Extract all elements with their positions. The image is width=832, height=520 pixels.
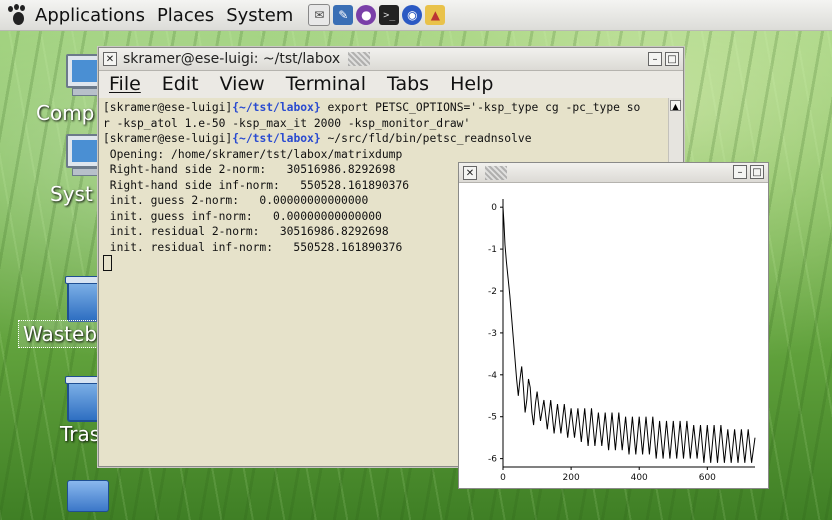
pidgin-icon[interactable]: ● [356, 5, 377, 25]
menu-places[interactable]: Places [157, 5, 214, 26]
x-tick-label: 200 [563, 473, 580, 483]
y-tick-label: -3 [488, 329, 497, 339]
terminal-menubar: File Edit View Terminal Tabs Help [99, 71, 683, 97]
close-icon[interactable]: ✕ [103, 52, 117, 66]
y-tick-label: 0 [491, 203, 497, 213]
desktop-label-trash: Tras [60, 422, 101, 446]
browser-icon[interactable]: ◉ [402, 5, 423, 25]
x-tick-label: 400 [631, 473, 648, 483]
desktop-label-system: Syst [50, 182, 93, 206]
menu-file[interactable]: File [109, 73, 141, 95]
menu-applications[interactable]: Applications [35, 5, 145, 26]
gnome-foot-icon[interactable] [7, 4, 29, 26]
computer-icon-base [72, 88, 100, 96]
system-icon-base [72, 168, 100, 176]
desktop-label-computer: Comp [36, 101, 95, 125]
maximize-icon[interactable]: □ [750, 165, 764, 179]
terminal-line: Opening: /home/skramer/tst/labox/matrixd… [103, 147, 403, 161]
terminal-line-prompt-1: [skramer@ese-luigi]{~/tst/labox} export … [103, 100, 669, 116]
top-panel: Applications Places System ✉ ✎ ● >_ ◉ ▲ [0, 0, 832, 31]
menu-help[interactable]: Help [450, 73, 493, 95]
maximize-icon[interactable]: □ [665, 52, 679, 66]
desktop-label-wastebasket: Wasteb [18, 320, 103, 348]
minimize-icon[interactable]: – [648, 52, 662, 66]
prompt-user: [skramer@ese-luigi] [103, 101, 233, 114]
minimize-icon[interactable]: – [733, 165, 747, 179]
menu-terminal[interactable]: Terminal [286, 73, 366, 95]
prompt-path: {~/tst/labox} [232, 132, 321, 145]
y-tick-label: -5 [488, 413, 497, 423]
plot-titlebar[interactable]: ✕ – □ [459, 163, 768, 183]
terminal-line-prompt-2: [skramer@ese-luigi]{~/tst/labox} ~/src/f… [103, 131, 669, 147]
terminal-title: skramer@ese-luigi: ~/tst/labox [123, 51, 341, 67]
close-icon[interactable]: ✕ [463, 165, 477, 180]
y-tick-label: -2 [488, 287, 497, 297]
home-folder-icon [67, 480, 109, 512]
plot-area: 0 -1 -2 -3 -4 -5 -6 0 200 400 600 [459, 183, 768, 488]
terminal-titlebar[interactable]: ✕ skramer@ese-luigi: ~/tst/labox – □ [99, 48, 683, 71]
menu-edit[interactable]: Edit [162, 73, 199, 95]
plot-window[interactable]: ✕ – □ 0 -1 -2 -3 -4 -5 -6 0 200 400 600 [458, 162, 769, 489]
terminal-line: r -ksp_atol 1.e-50 -ksp_max_it 2000 -ksp… [103, 116, 471, 130]
titlebar-grip [348, 52, 371, 66]
y-tick-label: -1 [488, 245, 497, 255]
prompt-command: ~/src/fld/bin/petsc_readnsolve [327, 132, 532, 145]
y-tick-label: -4 [488, 371, 497, 381]
scroll-up-arrow-icon[interactable]: ▲ [670, 100, 681, 111]
mail-icon[interactable]: ✉ [308, 4, 331, 26]
menu-view[interactable]: View [220, 73, 265, 95]
text-editor-icon[interactable]: ✎ [333, 5, 354, 25]
y-tick-label: -6 [488, 455, 497, 465]
prompt-user: [skramer@ese-luigi] [103, 132, 233, 145]
terminal-icon[interactable]: >_ [379, 5, 400, 25]
series-line-0 [502, 207, 756, 463]
vlc-icon[interactable]: ▲ [425, 5, 446, 25]
prompt-path: {~/tst/labox} [232, 101, 321, 114]
prompt-command: export PETSC_OPTIONS='-ksp_type cg -pc_t… [327, 101, 641, 114]
menu-tabs[interactable]: Tabs [387, 73, 429, 95]
titlebar-grip [485, 165, 507, 180]
text-cursor [103, 255, 112, 271]
menu-system[interactable]: System [226, 5, 293, 26]
residual-chart: 0-1-2-3-4-5-60 200 400 600 [488, 199, 756, 483]
x-tick-label: 0 [500, 473, 506, 483]
x-tick-label: 600 [699, 473, 716, 483]
